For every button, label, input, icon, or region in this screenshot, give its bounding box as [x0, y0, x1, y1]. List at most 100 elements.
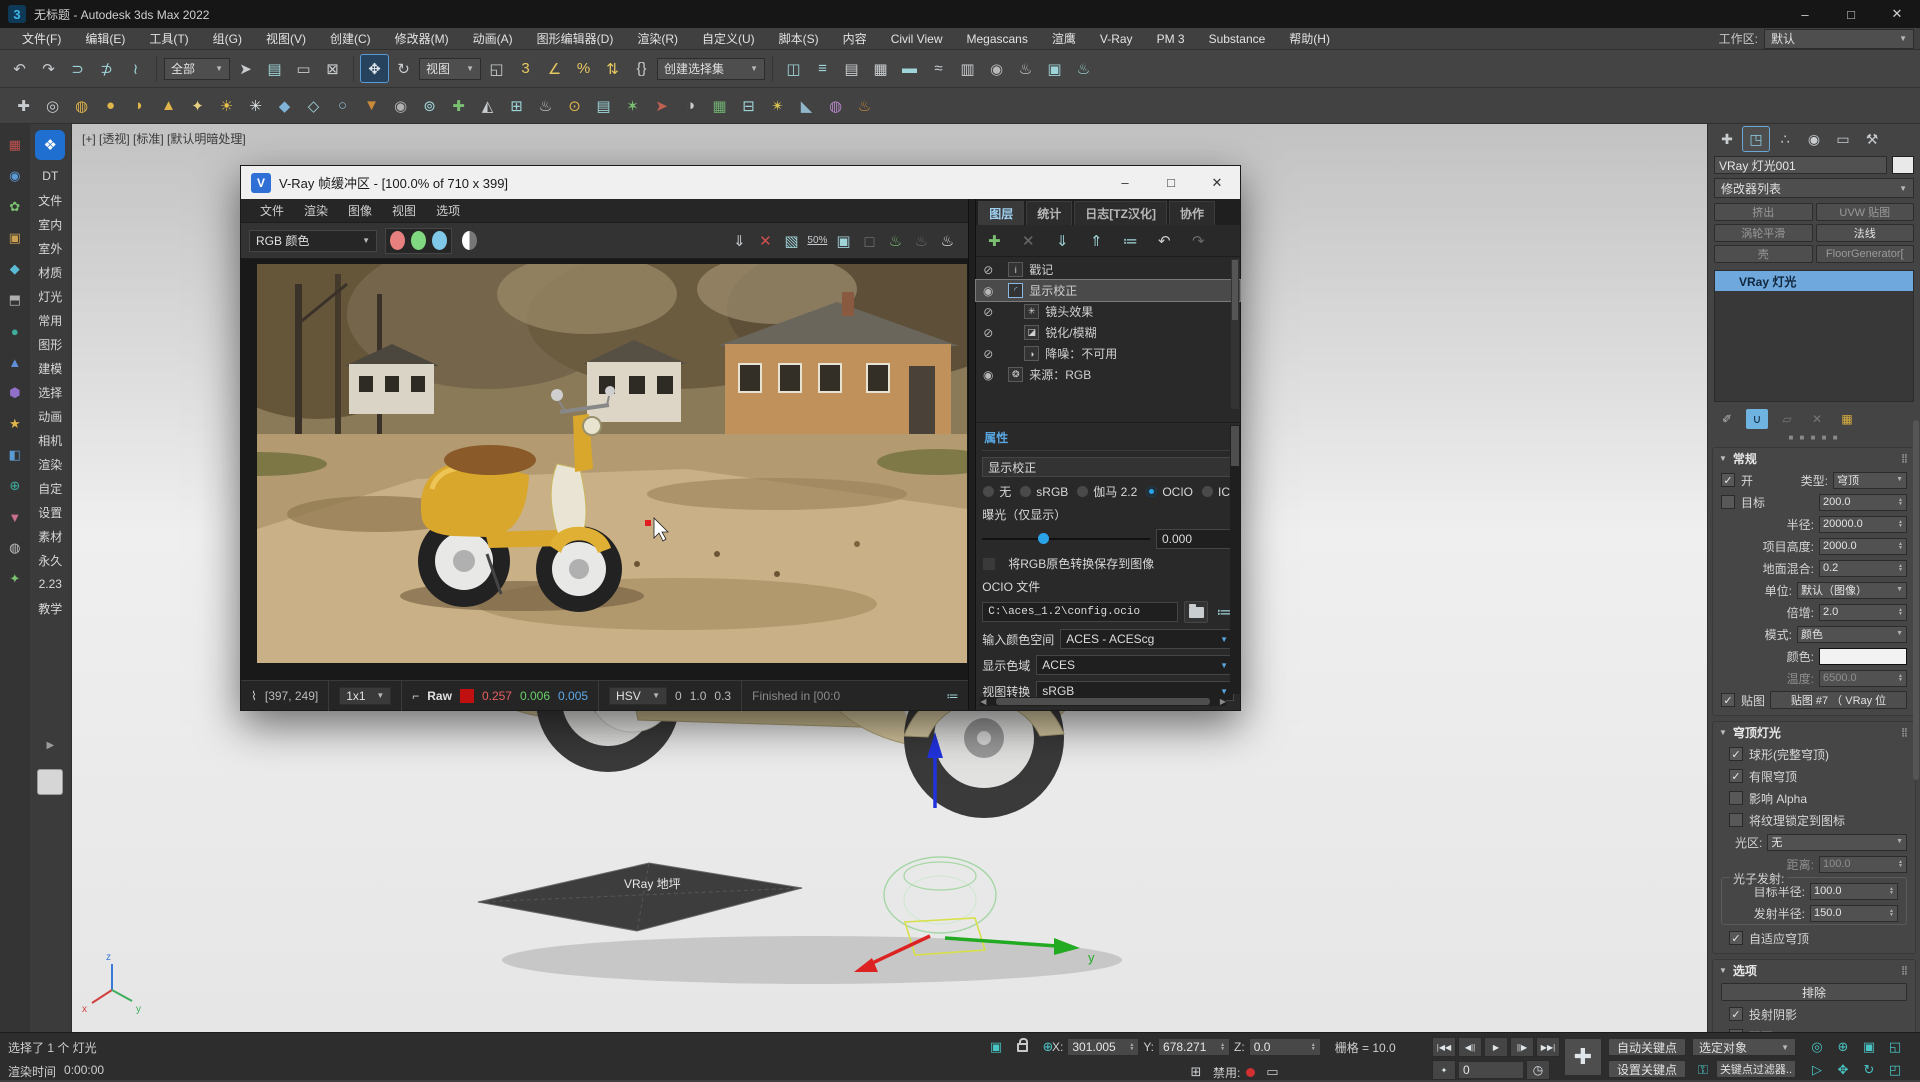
custom-icon-23[interactable]: ➤: [648, 92, 675, 119]
layer-row[interactable]: ⊘ ✳ 镜头效果: [976, 301, 1240, 322]
dock-tab-label[interactable]: 渲染: [38, 452, 62, 476]
named-selection-sets-icon[interactable]: {}: [628, 55, 655, 82]
dock-tab-label[interactable]: 自定: [38, 476, 62, 500]
command-panel-scrollbar[interactable]: [1913, 420, 1919, 780]
reference-coordinate-dropdown[interactable]: 视图▼: [419, 58, 481, 80]
playback-button[interactable]: |◀◀: [1432, 1037, 1456, 1057]
menu-item[interactable]: Megascans: [954, 28, 1039, 50]
render-production-icon[interactable]: ♨: [1070, 55, 1097, 82]
vfb-minimize-button[interactable]: –: [1102, 169, 1148, 197]
mode-dropdown[interactable]: 颜色▼: [1797, 626, 1907, 643]
select-object-icon[interactable]: ➤: [232, 55, 259, 82]
input-space-dropdown[interactable]: ACES - ACEScg▼: [1060, 629, 1234, 649]
custom-icon-7[interactable]: ✦: [184, 92, 211, 119]
fov-icon[interactable]: ▷: [1806, 1060, 1828, 1080]
menu-item[interactable]: Civil View: [879, 28, 955, 50]
minimize-button[interactable]: –: [1782, 0, 1828, 28]
menu-item[interactable]: 图形编辑器(D): [525, 28, 626, 50]
custom-icon-30[interactable]: ♨: [851, 92, 878, 119]
custom-icon-28[interactable]: ◣: [793, 92, 820, 119]
dock-app-icon[interactable]: ❖: [35, 130, 65, 160]
display-tab-icon[interactable]: ▭: [1830, 127, 1856, 151]
degradation-icon[interactable]: ⊞: [1185, 1062, 1207, 1082]
pin-stack-icon[interactable]: ✐: [1716, 409, 1738, 429]
modifier-button[interactable]: 法线: [1816, 224, 1915, 242]
custom-icon-8[interactable]: ☀: [213, 92, 240, 119]
visibility-eye-icon[interactable]: ⊘: [980, 326, 996, 340]
type-dropdown[interactable]: 穹顶▼: [1833, 472, 1907, 489]
radius-field[interactable]: 20000.0▲▼: [1819, 516, 1907, 533]
distance-field[interactable]: 100.0▲▼: [1819, 856, 1907, 873]
vfb-splitter[interactable]: [968, 199, 976, 710]
light-color-swatch[interactable]: [1819, 648, 1907, 665]
rect-region-icon[interactable]: ▭: [290, 55, 317, 82]
vfb-menu-item[interactable]: 视图: [383, 202, 425, 219]
vfb-maximize-button[interactable]: □: [1148, 169, 1194, 197]
menu-item[interactable]: 自定义(U): [690, 28, 767, 50]
hierarchy-tab-icon[interactable]: ∴: [1772, 127, 1798, 151]
remove-modifier-icon[interactable]: ✕: [1806, 409, 1828, 429]
red-channel-toggle[interactable]: [390, 231, 405, 250]
target-checkbox[interactable]: [1721, 495, 1735, 509]
orbit-icon[interactable]: ↻: [1858, 1060, 1880, 1080]
modifier-button[interactable]: UVW 贴图: [1816, 203, 1915, 221]
layer-row[interactable]: ◉ ❂ 来源：RGB: [976, 364, 1240, 385]
modify-tab-icon[interactable]: ◳: [1743, 127, 1769, 151]
vfb-panel-tab[interactable]: 图层: [978, 201, 1024, 225]
selection-filter-dropdown[interactable]: 全部▼: [164, 58, 230, 80]
y-coordinate-field[interactable]: 678.271▲▼: [1158, 1038, 1230, 1056]
custom-icon-20[interactable]: ⊙: [561, 92, 588, 119]
zoom-extents-icon[interactable]: ▣: [1858, 1037, 1880, 1057]
redo-icon[interactable]: ↷: [35, 55, 62, 82]
dock-tab-label[interactable]: 图形: [38, 332, 62, 356]
crossing-selection-icon[interactable]: ⊠: [319, 55, 346, 82]
menu-item[interactable]: 工具(T): [137, 28, 200, 50]
isolate-selection-icon[interactable]: ▣: [985, 1037, 1007, 1057]
layer-row[interactable]: ⊘ i 戳记: [976, 259, 1240, 280]
menu-item[interactable]: PM 3: [1145, 28, 1197, 50]
dock-icon-6[interactable]: ⬒: [4, 289, 26, 311]
custom-icon-12[interactable]: ○: [329, 92, 356, 119]
custom-icon-4[interactable]: ●: [97, 92, 124, 119]
custom-icon-15[interactable]: ⊚: [416, 92, 443, 119]
custom-icon-24[interactable]: ◑: [677, 92, 704, 119]
menu-item[interactable]: 渲染(R): [625, 28, 690, 50]
ocio-path-field[interactable]: C:\aces_1.2\config.ocio: [982, 602, 1178, 622]
menu-item[interactable]: 帮助(H): [1277, 28, 1342, 50]
named-selection-set-dropdown[interactable]: 创建选择集▼: [657, 58, 765, 80]
layer-row[interactable]: ⊘ ◪ 锐化/模糊: [976, 322, 1240, 343]
menu-item[interactable]: 创建(C): [318, 28, 383, 50]
dock-icon-2[interactable]: ◉: [4, 165, 26, 187]
dock-tab-label[interactable]: 永久: [38, 548, 62, 572]
panel-splitter[interactable]: ■ ■ ■ ■ ■: [1708, 432, 1920, 442]
texture-checkbox[interactable]: ✓: [1721, 693, 1735, 707]
dock-tab-label[interactable]: 2.23: [39, 572, 62, 596]
zoom-50-icon[interactable]: 50%: [804, 228, 830, 254]
undo-icon[interactable]: ↶: [6, 55, 33, 82]
region-render-icon[interactable]: ▧: [778, 228, 804, 254]
render-last-icon[interactable]: ♨: [882, 228, 908, 254]
compare-frame-icon[interactable]: ▣: [830, 228, 856, 254]
vfb-panel-tab[interactable]: 统计: [1026, 201, 1072, 225]
dock-color-swatch[interactable]: [37, 769, 63, 795]
vfb-log-icon[interactable]: ≔: [946, 689, 958, 703]
colorspace-radio[interactable]: sRGB: [1019, 485, 1072, 499]
time-config-icon[interactable]: ◷: [1526, 1060, 1550, 1080]
dock-tab-label[interactable]: 教学: [38, 596, 62, 620]
dock-icon-15[interactable]: ✦: [4, 568, 26, 590]
viewport-label[interactable]: [+] [透视] [标准] [默认明暗处理]: [82, 130, 246, 147]
menu-item[interactable]: 脚本(S): [767, 28, 831, 50]
display-gamut-dropdown[interactable]: ACES▼: [1036, 655, 1234, 675]
dock-tab-label[interactable]: 文件: [38, 188, 62, 212]
visibility-eye-icon[interactable]: ⊘: [980, 305, 996, 319]
dock-tab-label[interactable]: 材质: [38, 260, 62, 284]
custom-icon-1[interactable]: ✚: [10, 92, 37, 119]
layer-row[interactable]: ◉ ◜ 显示校正: [976, 280, 1240, 301]
custom-icon-26[interactable]: ⊟: [735, 92, 762, 119]
custom-icon-13[interactable]: ▼: [358, 92, 385, 119]
menu-item[interactable]: 视图(V): [254, 28, 318, 50]
properties-vscrollbar[interactable]: [1230, 425, 1240, 694]
maximize-viewport-toggle-icon[interactable]: ◰: [1884, 1060, 1906, 1080]
layer-tree-scrollbar[interactable]: [1231, 259, 1239, 409]
maximize-button[interactable]: □: [1828, 0, 1874, 28]
